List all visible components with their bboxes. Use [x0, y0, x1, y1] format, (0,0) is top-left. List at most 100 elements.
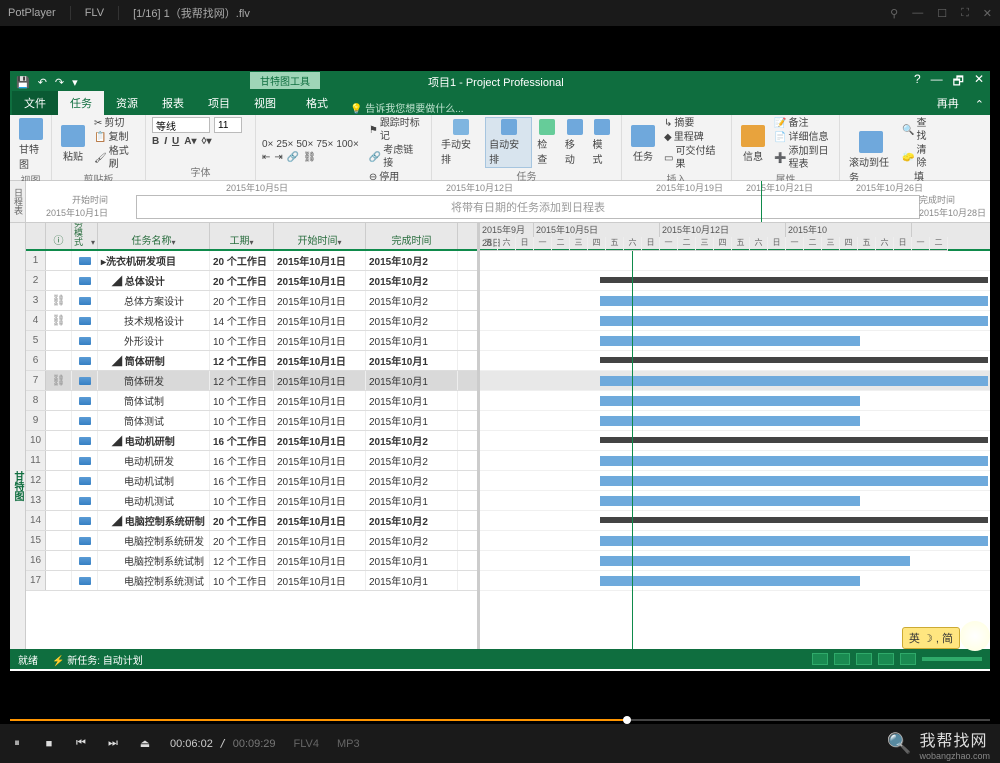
gantt-bar[interactable] [600, 416, 860, 426]
table-row[interactable]: 6◢ 筒体研制12 个工作日2015年10月1日2015年10月1 [26, 351, 477, 371]
duration-cell[interactable]: 20 个工作日 [210, 531, 274, 550]
maximize-icon[interactable]: ☐ [937, 7, 947, 20]
finish-cell[interactable]: 2015年10月1 [366, 411, 458, 430]
scroll-to-task-button[interactable]: 滚动到任务 [846, 130, 896, 185]
pct50-button[interactable]: 50× [296, 139, 313, 150]
add-timeline-button[interactable]: ➕ 添加到日程表 [772, 145, 833, 171]
col-info[interactable]: ⓘ [46, 223, 72, 249]
prev-button[interactable]: ⏮ [74, 737, 88, 751]
clear-button[interactable]: 🧽 清除 [900, 144, 934, 170]
move-button[interactable]: 移动 [562, 118, 588, 167]
name-cell[interactable]: ◢ 电脑控制系统研制 [98, 511, 210, 530]
row-number[interactable]: 9 [26, 411, 46, 430]
duration-cell[interactable]: 20 个工作日 [210, 251, 274, 270]
gantt-bar[interactable] [600, 316, 988, 326]
tab-report[interactable]: 报表 [150, 91, 196, 115]
gantt-bar[interactable] [600, 357, 988, 363]
gantt-bar[interactable] [600, 296, 988, 306]
duration-cell[interactable]: 16 个工作日 [210, 431, 274, 450]
bold-button[interactable]: B [152, 136, 159, 147]
finish-cell[interactable]: 2015年10月2 [366, 311, 458, 330]
info-cell[interactable] [46, 351, 72, 370]
row-number[interactable]: 14 [26, 511, 46, 530]
row-number[interactable]: 2 [26, 271, 46, 290]
cut-button[interactable]: ✂ 剪切 [92, 117, 139, 130]
auto-schedule-button[interactable]: 自动安排 [485, 117, 532, 168]
duration-cell[interactable]: 16 个工作日 [210, 471, 274, 490]
name-cell[interactable]: 电脑控制系统试制 [98, 551, 210, 570]
undo-icon[interactable]: ↶ [38, 76, 47, 89]
name-cell[interactable]: ◢ 总体设计 [98, 271, 210, 290]
fullscreen-icon[interactable]: ⛶ [961, 7, 969, 20]
name-cell[interactable]: 电脑控制系统研发 [98, 531, 210, 550]
gantt-row[interactable] [480, 371, 990, 391]
info-cell[interactable]: ⛓ [46, 371, 72, 390]
tab-file[interactable]: 文件 [12, 91, 58, 115]
view-usage-icon[interactable] [834, 653, 850, 665]
task-grid[interactable]: ⓘ 任务模式▾ 任务名称 ▾ 工期 ▾ 开始时间 ▾ 完成时间 1▸洗衣机研发项… [26, 223, 480, 649]
finish-cell[interactable]: 2015年10月2 [366, 271, 458, 290]
table-row[interactable]: 5外形设计10 个工作日2015年10月1日2015年10月1 [26, 331, 477, 351]
gantt-row[interactable] [480, 351, 990, 371]
name-cell[interactable]: 技术规格设计 [98, 311, 210, 330]
mode-cell[interactable] [72, 511, 98, 530]
duration-cell[interactable]: 10 个工作日 [210, 411, 274, 430]
eject-button[interactable]: ⏏ [138, 737, 152, 751]
col-finish[interactable]: 完成时间 [366, 223, 458, 249]
gantt-chart[interactable]: 2015年9月28日2015年10月5日2015年10月12日2015年10 五… [480, 223, 990, 649]
info-cell[interactable] [46, 471, 72, 490]
mode-button[interactable]: 模式 [589, 118, 615, 167]
row-number[interactable]: 17 [26, 571, 46, 590]
table-row[interactable]: 12电动机试制16 个工作日2015年10月1日2015年10月2 [26, 471, 477, 491]
gantt-row[interactable] [480, 331, 990, 351]
gantt-row[interactable] [480, 391, 990, 411]
row-number[interactable]: 8 [26, 391, 46, 410]
unlink-button[interactable]: ⛓ [303, 152, 316, 163]
finish-cell[interactable]: 2015年10月1 [366, 551, 458, 570]
mode-cell[interactable] [72, 551, 98, 570]
start-cell[interactable]: 2015年10月1日 [274, 511, 366, 530]
copy-button[interactable]: 📋 复制 [92, 131, 139, 144]
finish-cell[interactable]: 2015年10月2 [366, 531, 458, 550]
duration-cell[interactable]: 20 个工作日 [210, 271, 274, 290]
save-icon[interactable]: 💾 [16, 76, 30, 89]
mode-cell[interactable] [72, 391, 98, 410]
gantt-bar[interactable] [600, 517, 988, 523]
font-name-combo[interactable] [152, 117, 210, 133]
row-number[interactable]: 1 [26, 251, 46, 270]
name-cell[interactable]: 筒体试制 [98, 391, 210, 410]
name-cell[interactable]: 电动机测试 [98, 491, 210, 510]
finish-cell[interactable]: 2015年10月2 [366, 291, 458, 310]
view-network-icon[interactable] [856, 653, 872, 665]
gantt-bar[interactable] [600, 496, 860, 506]
info-cell[interactable]: ⛓ [46, 291, 72, 310]
notes-button[interactable]: 📝 备注 [772, 117, 833, 130]
signin-name[interactable]: 再冉 [927, 91, 969, 115]
gantt-bar[interactable] [600, 336, 860, 346]
search-icon[interactable]: 🔍 [887, 731, 912, 756]
tab-view[interactable]: 视图 [242, 91, 288, 115]
gantt-chart-button[interactable]: 甘特图 [16, 117, 45, 172]
col-start[interactable]: 开始时间 ▾ [274, 223, 366, 249]
finish-cell[interactable]: 2015年10月2 [366, 471, 458, 490]
finish-cell[interactable]: 2015年10月1 [366, 571, 458, 590]
insert-task-button[interactable]: 任务 [628, 124, 658, 164]
table-row[interactable]: 10◢ 电动机研制16 个工作日2015年10月1日2015年10月2 [26, 431, 477, 451]
table-row[interactable]: 15电脑控制系统研发20 个工作日2015年10月1日2015年10月2 [26, 531, 477, 551]
mode-cell[interactable] [72, 371, 98, 390]
finish-cell[interactable]: 2015年10月1 [366, 391, 458, 410]
row-number[interactable]: 4 [26, 311, 46, 330]
info-cell[interactable] [46, 331, 72, 350]
row-number[interactable]: 15 [26, 531, 46, 550]
finish-cell[interactable]: 2015年10月1 [366, 351, 458, 370]
finish-cell[interactable]: 2015年10月2 [366, 251, 458, 270]
gantt-bar[interactable] [600, 556, 910, 566]
summary-button[interactable]: ↳ 摘要 [662, 117, 725, 130]
tab-task[interactable]: 任务 [58, 91, 104, 115]
col-mode[interactable]: 任务模式▾ [72, 223, 98, 249]
fill-color-button[interactable]: ◊▾ [202, 136, 212, 147]
proj-close-icon[interactable]: ✕ [974, 72, 984, 93]
mode-cell[interactable] [72, 431, 98, 450]
manual-schedule-button[interactable]: 手动安排 [438, 118, 483, 167]
row-number[interactable]: 12 [26, 471, 46, 490]
